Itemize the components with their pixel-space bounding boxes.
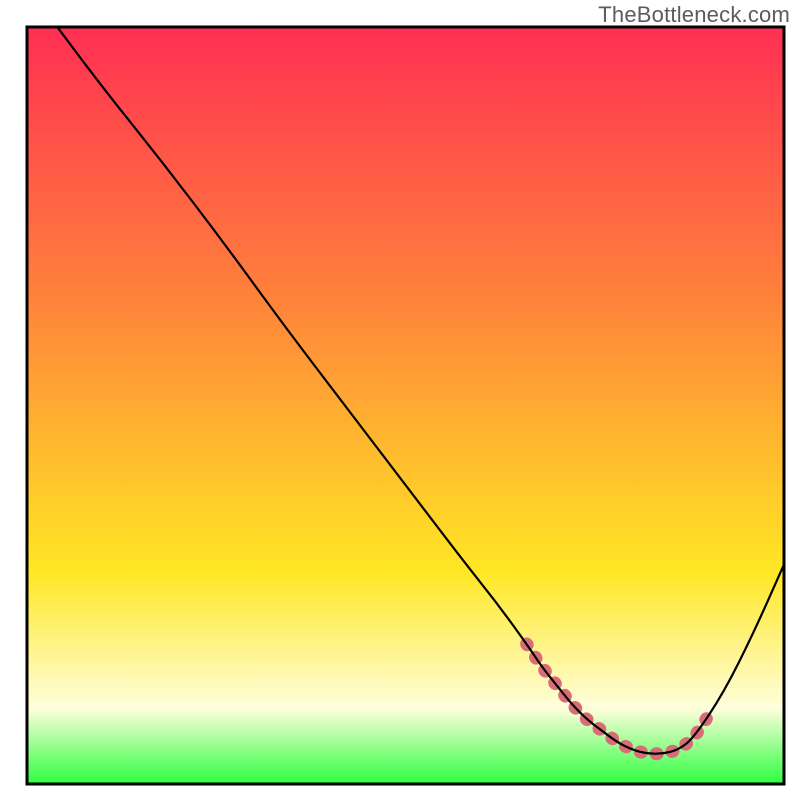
chart-svg [0,0,800,800]
chart-stage: { "watermark": "TheBottleneck.com", "plo… [0,0,800,800]
gradient-background [27,27,784,784]
watermark: TheBottleneck.com [598,2,790,28]
